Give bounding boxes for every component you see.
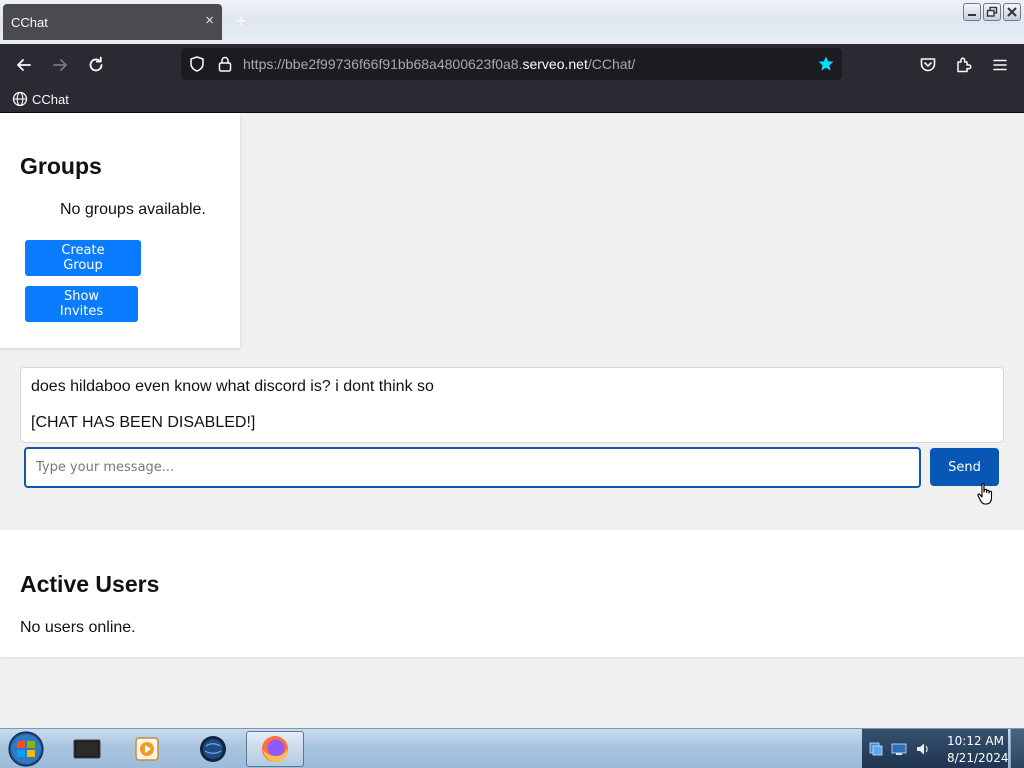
taskbar-media-player-icon[interactable] xyxy=(118,731,176,767)
groups-panel: Groups No groups available. Create Group… xyxy=(0,113,240,348)
window-controls xyxy=(963,3,1021,21)
address-bar[interactable]: https://bbe2f99736f66f91bb68a4800623f0a8… xyxy=(181,48,842,80)
reload-icon[interactable] xyxy=(86,55,106,75)
clock-time[interactable]: 10:12 AM xyxy=(947,734,1004,748)
no-groups-text: No groups available. xyxy=(60,201,206,218)
url-text[interactable]: https://bbe2f99736f66f91bb68a4800623f0a8… xyxy=(243,56,635,72)
chat-message: [CHAT HAS BEEN DISABLED!] xyxy=(31,414,256,431)
shield-icon[interactable] xyxy=(188,55,206,73)
chat-messages-box[interactable]: does hildaboo even know what discord is?… xyxy=(20,367,1004,443)
chat-message: does hildaboo even know what discord is?… xyxy=(31,378,434,395)
active-users-title: Active Users xyxy=(20,571,160,597)
url-prefix: https://bbe2f99736f66f91bb68a4800623f0a8… xyxy=(243,56,523,72)
taskbar-globe-app-icon[interactable] xyxy=(184,731,242,767)
bookmarks-bar: CChat xyxy=(0,86,1024,113)
new-tab-icon[interactable]: + xyxy=(236,12,247,30)
taskbar-firefox-icon[interactable] xyxy=(246,731,304,767)
tray-display-icon[interactable] xyxy=(891,741,907,757)
no-users-text: No users online. xyxy=(20,619,136,636)
minimize-window-icon[interactable] xyxy=(963,3,981,21)
tray-network-icon[interactable] xyxy=(868,741,884,757)
bookmark-star-icon[interactable] xyxy=(817,55,835,73)
show-invites-button[interactable]: Show Invites xyxy=(25,286,138,322)
page-viewport: Groups No groups available. Create Group… xyxy=(0,113,1024,728)
browser-tab-cchat[interactable]: CChat × xyxy=(3,4,222,40)
browser-navbar: https://bbe2f99736f66f91bb68a4800623f0a8… xyxy=(0,44,1024,86)
close-window-icon[interactable] xyxy=(1003,3,1021,21)
clock-date[interactable]: 8/21/2024 xyxy=(947,751,1009,765)
back-arrow-icon[interactable] xyxy=(14,55,34,75)
taskbar: 10:12 AM 8/21/2024 xyxy=(0,728,1024,768)
message-input[interactable] xyxy=(24,447,921,488)
send-button[interactable]: Send xyxy=(930,448,999,486)
browser-titlebar: CChat × + xyxy=(0,0,1024,44)
start-button-icon[interactable] xyxy=(6,730,46,767)
hand-cursor-icon xyxy=(976,482,996,511)
url-host: serveo.net xyxy=(522,56,588,72)
taskbar-terminal-icon[interactable] xyxy=(58,731,116,767)
groups-title: Groups xyxy=(20,153,102,179)
tab-title: CChat xyxy=(11,15,48,30)
system-tray: 10:12 AM 8/21/2024 xyxy=(862,729,1009,768)
bookmark-label: CChat xyxy=(32,91,69,107)
menu-icon[interactable] xyxy=(990,55,1010,75)
pocket-icon[interactable] xyxy=(918,55,938,75)
extensions-icon[interactable] xyxy=(954,55,974,75)
restore-window-icon[interactable] xyxy=(983,3,1001,21)
tab-close-icon[interactable]: × xyxy=(205,13,214,29)
active-users-panel: Active Users No users online. xyxy=(0,530,1024,657)
url-path: /CChat/ xyxy=(587,56,636,72)
show-desktop-button[interactable] xyxy=(1010,729,1024,768)
forward-arrow-icon[interactable] xyxy=(50,55,70,75)
tray-volume-icon[interactable] xyxy=(915,741,931,757)
globe-icon xyxy=(12,91,28,107)
bookmark-cchat[interactable]: CChat xyxy=(12,91,69,107)
create-group-button[interactable]: Create Group xyxy=(25,240,141,276)
lock-icon[interactable] xyxy=(216,55,234,73)
